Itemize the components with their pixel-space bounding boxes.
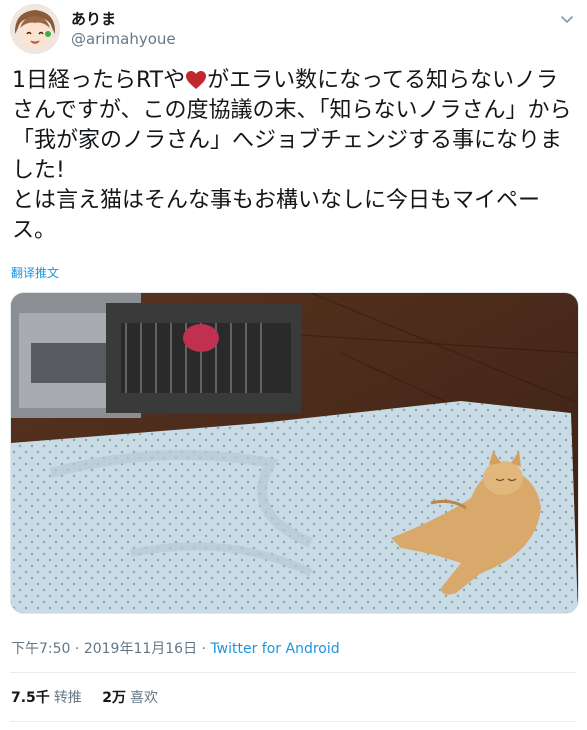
tweet-text: 1日経ったらRTや がエラい数になってる知らないノラさんですが、この度協議の末、「… (12, 66, 577, 246)
retweets-stat[interactable]: 7.5千 转推 (11, 687, 82, 707)
avatar[interactable] (10, 4, 60, 54)
display-name[interactable]: ありま (71, 8, 116, 29)
meta-separator: · (70, 641, 84, 657)
tweet-source[interactable]: Twitter for Android (210, 641, 339, 657)
user-handle[interactable]: @arimahyoue (71, 30, 176, 48)
tweet-text-part-1: 1日経ったらRTや (12, 68, 186, 93)
tweet-date[interactable]: 2019年11月16日 (84, 641, 197, 657)
likes-count: 2万 (102, 690, 127, 706)
chevron-down-icon[interactable] (558, 10, 576, 28)
retweets-label: 转推 (53, 690, 82, 706)
tweet-photo[interactable] (10, 292, 579, 614)
likes-stat[interactable]: 2万 喜欢 (102, 687, 158, 707)
divider-bottom (10, 721, 577, 722)
translate-tweet-link[interactable]: 翻译推文 (11, 264, 59, 281)
tweet-stats: 7.5千 转推 2万 喜欢 (11, 687, 174, 707)
tweet-text-part-2: がエラい数になってる知らないノラさんですが、この度協議の末、「知らないノラさん」… (12, 68, 572, 243)
retweets-count: 7.5千 (11, 690, 50, 706)
meta-separator-2: · (197, 641, 211, 657)
tweet-time[interactable]: 下午7:50 (11, 641, 70, 657)
likes-label: 喜欢 (130, 690, 159, 706)
divider (10, 672, 577, 673)
tweet-meta: 下午7:50 · 2019年11月16日 · Twitter for Andro… (11, 638, 340, 658)
heart-icon (185, 69, 207, 89)
tweet-header: ありま @arimahyoue (0, 0, 587, 62)
